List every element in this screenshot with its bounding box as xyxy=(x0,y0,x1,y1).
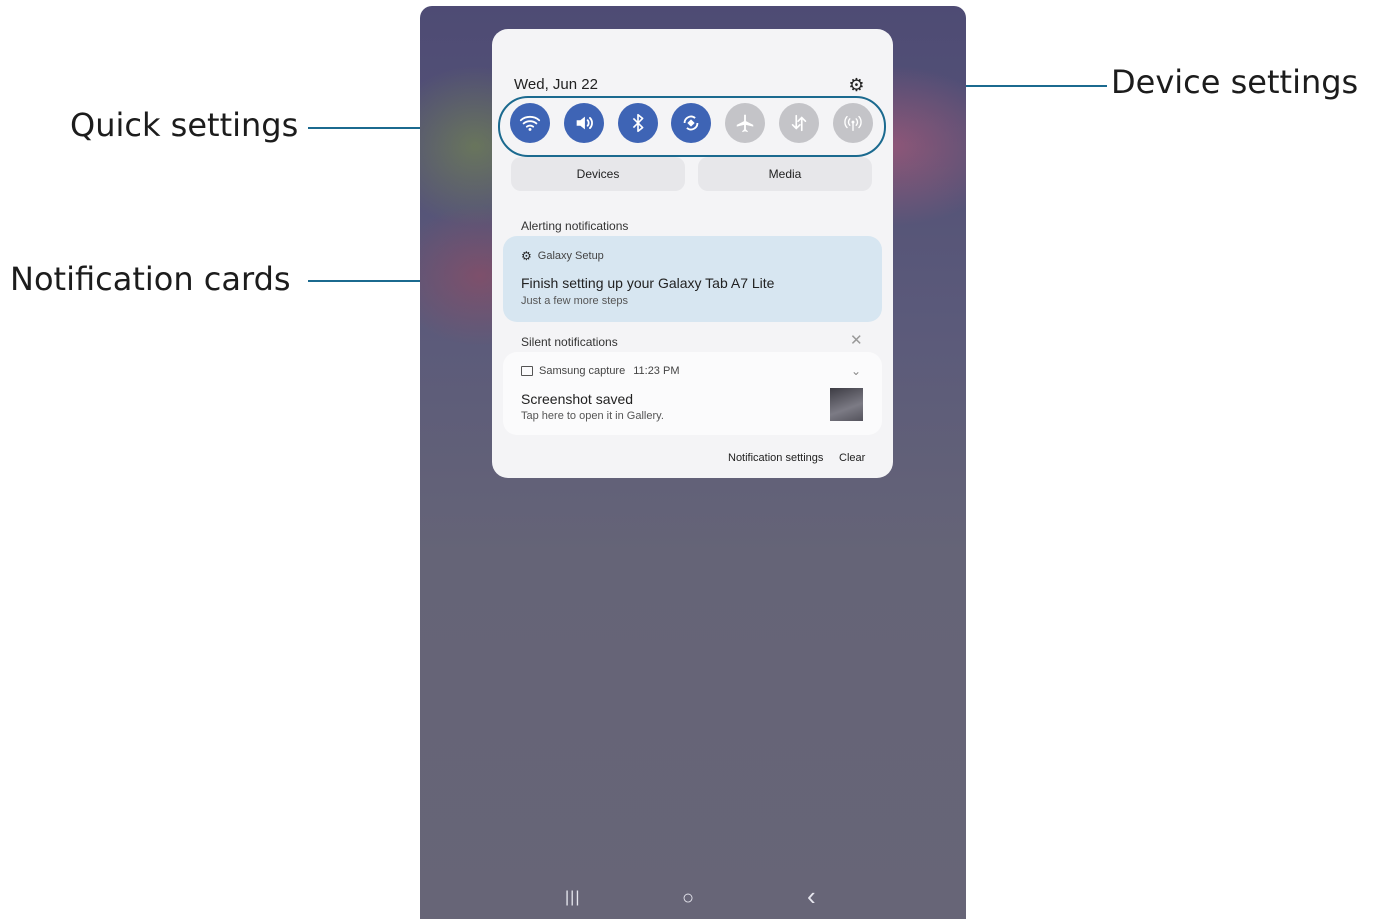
auto-rotate-icon[interactable] xyxy=(671,103,711,143)
gear-icon[interactable]: ⚙ xyxy=(848,76,865,94)
card-time: 11:23 PM xyxy=(633,365,680,377)
sound-icon[interactable] xyxy=(564,103,604,143)
card-app-name: Galaxy Setup xyxy=(537,250,604,262)
back-button[interactable]: ‹ xyxy=(807,881,816,912)
screenshot-thumbnail xyxy=(830,388,863,421)
airplane-mode-icon[interactable] xyxy=(725,103,765,143)
clear-button[interactable]: Clear xyxy=(839,452,865,464)
hotspot-icon[interactable] xyxy=(833,103,873,143)
mobile-data-icon[interactable] xyxy=(779,103,819,143)
silent-notifications-label: Silent notifications xyxy=(521,335,618,349)
home-button[interactable]: ○ xyxy=(682,887,694,910)
chevron-down-icon[interactable]: ⌄ xyxy=(851,364,861,378)
notification-card-galaxy-setup[interactable]: ⚙ Galaxy Setup Finish setting up your Ga… xyxy=(503,236,882,322)
close-icon[interactable]: ✕ xyxy=(850,331,863,349)
quick-settings-callout: Quick settings xyxy=(70,106,299,144)
card-title: Screenshot saved xyxy=(521,391,634,407)
card-app-name: Samsung capture xyxy=(539,365,626,377)
alerting-notifications-label: Alerting notifications xyxy=(521,219,629,233)
notification-settings-button[interactable]: Notification settings xyxy=(728,452,823,464)
devices-button[interactable]: Devices xyxy=(511,157,685,191)
media-button[interactable]: Media xyxy=(698,157,872,191)
recents-button[interactable]: ||| xyxy=(565,889,580,907)
wifi-icon[interactable] xyxy=(510,103,550,143)
tablet-screen: Wed, Jun 22 ⚙ Devices Media Alerting not… xyxy=(420,6,966,919)
notification-card-screenshot[interactable]: Samsung capture 11:23 PM Screenshot save… xyxy=(503,352,882,435)
card-title: Finish setting up your Galaxy Tab A7 Lit… xyxy=(521,275,775,291)
device-settings-callout: Device settings xyxy=(1111,63,1359,101)
navigation-bar: ||| ○ ‹ xyxy=(420,879,966,919)
notification-cards-callout: Notification cards xyxy=(10,260,291,298)
card-subtitle: Just a few more steps xyxy=(521,295,628,307)
image-icon xyxy=(521,366,533,376)
gear-icon: ⚙ xyxy=(521,249,532,263)
date-label: Wed, Jun 22 xyxy=(514,76,598,93)
card-app-row: Samsung capture 11:23 PM xyxy=(521,365,680,377)
card-subtitle: Tap here to open it in Gallery. xyxy=(521,410,664,422)
bluetooth-icon[interactable] xyxy=(618,103,658,143)
card-app-row: ⚙ Galaxy Setup xyxy=(521,249,604,263)
notification-panel: Wed, Jun 22 ⚙ Devices Media Alerting not… xyxy=(492,29,893,478)
